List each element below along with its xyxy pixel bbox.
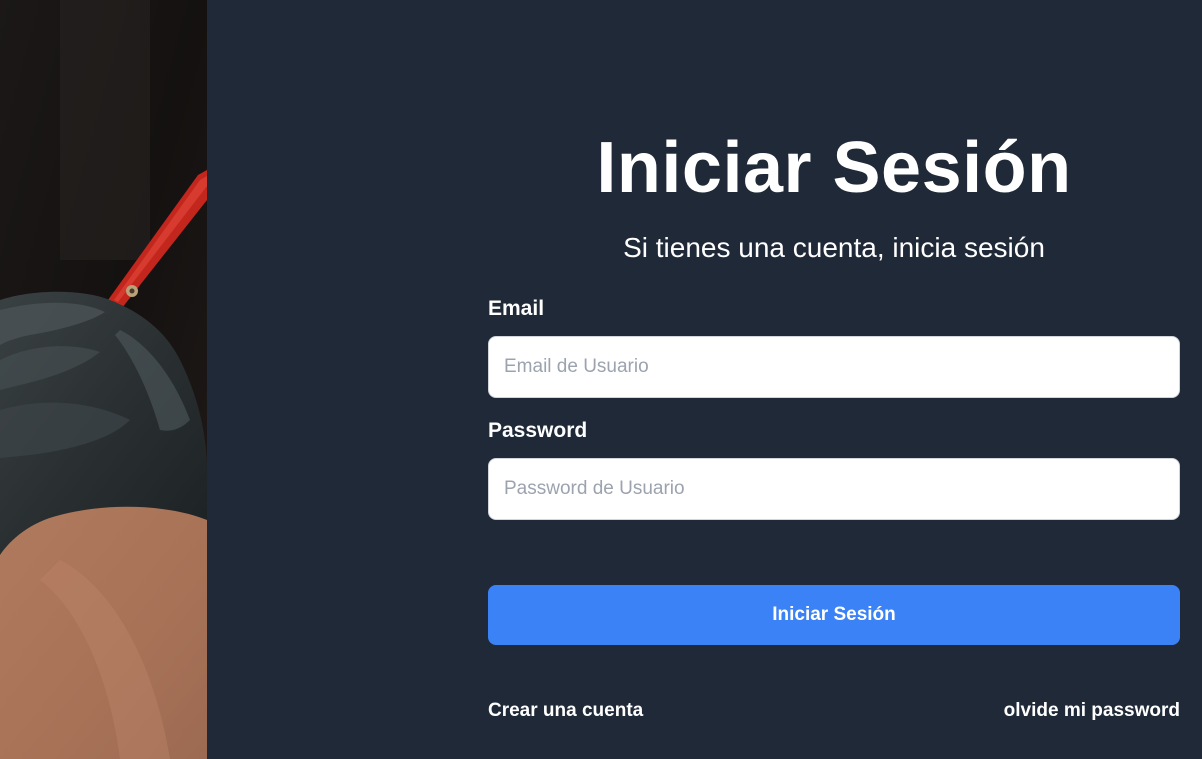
email-label: Email bbox=[488, 297, 545, 320]
login-page: Iniciar Sesión Si tienes una cuenta, ini… bbox=[0, 0, 1202, 759]
page-title: Iniciar Sesión bbox=[596, 128, 1072, 208]
hero-image bbox=[0, 0, 207, 759]
password-label: Password bbox=[488, 419, 588, 442]
password-field[interactable] bbox=[488, 458, 1180, 520]
login-panel: Iniciar Sesión Si tienes una cuenta, ini… bbox=[207, 0, 1202, 759]
create-account-link[interactable]: Crear una cuenta bbox=[488, 699, 643, 723]
login-submit-button[interactable]: Iniciar Sesión bbox=[488, 585, 1180, 645]
page-subtitle: Si tienes una cuenta, inicia sesión bbox=[623, 232, 1045, 263]
forgot-password-link[interactable]: olvide mi password bbox=[1004, 699, 1180, 723]
barber-photo-icon bbox=[0, 0, 207, 759]
email-field[interactable] bbox=[488, 336, 1180, 398]
